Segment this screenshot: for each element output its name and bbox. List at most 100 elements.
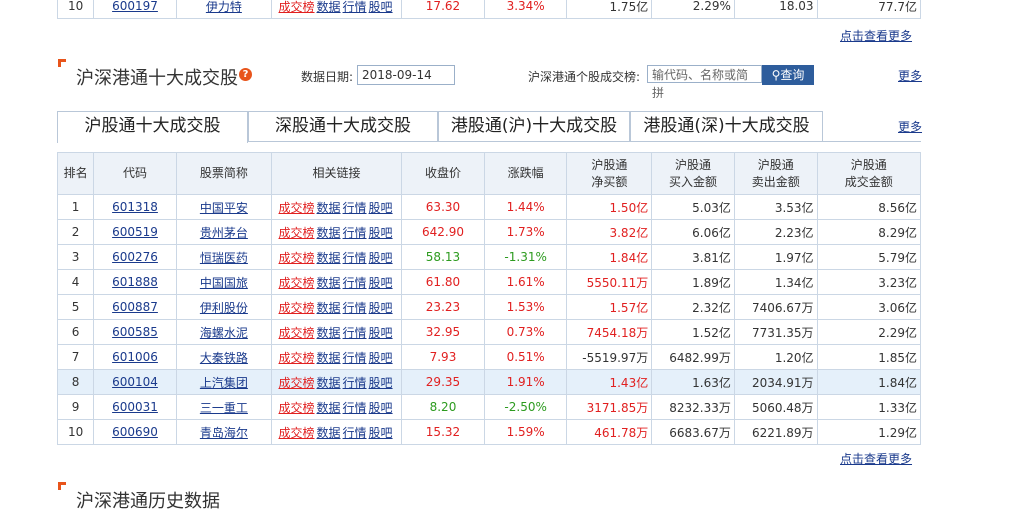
quote-link[interactable]: 行情 bbox=[343, 301, 367, 315]
stock-name-link[interactable]: 中国国旅 bbox=[200, 276, 248, 290]
quote-link[interactable]: 行情 bbox=[343, 351, 367, 365]
forum-link[interactable]: 股吧 bbox=[369, 351, 393, 365]
code-cell[interactable]: 600690 bbox=[93, 419, 177, 445]
forum-link[interactable]: 股吧 bbox=[369, 426, 393, 440]
rank-list-link[interactable]: 成交榜 bbox=[279, 276, 315, 290]
quote-link[interactable]: 行情 bbox=[343, 0, 367, 14]
help-icon[interactable]: ? bbox=[239, 68, 252, 81]
stock-code-link[interactable]: 600104 bbox=[112, 375, 158, 389]
data-link[interactable]: 数据 bbox=[317, 276, 341, 290]
stock-name-link[interactable]: 伊利股份 bbox=[200, 301, 248, 315]
tab-hk-sz[interactable]: 港股通(深)十大成交股 bbox=[630, 111, 823, 141]
name-cell[interactable]: 贵州茅台 bbox=[175, 219, 272, 245]
code-cell[interactable]: 601318 bbox=[93, 194, 177, 220]
code-cell[interactable]: 601006 bbox=[93, 344, 177, 370]
code-cell[interactable]: 600104 bbox=[93, 369, 177, 395]
forum-link[interactable]: 股吧 bbox=[369, 276, 393, 290]
stock-code-link[interactable]: 600585 bbox=[112, 325, 158, 339]
quote-link[interactable]: 行情 bbox=[343, 401, 367, 415]
data-link[interactable]: 数据 bbox=[317, 301, 341, 315]
rank-list-link[interactable]: 成交榜 bbox=[279, 376, 315, 390]
data-link[interactable]: 数据 bbox=[317, 226, 341, 240]
name-cell[interactable]: 上汽集团 bbox=[175, 369, 272, 395]
forum-link[interactable]: 股吧 bbox=[369, 326, 393, 340]
code-cell[interactable]: 600585 bbox=[93, 319, 177, 345]
more-link-section[interactable]: 更多 bbox=[898, 67, 922, 84]
rank-list-link[interactable]: 成交榜 bbox=[279, 401, 315, 415]
stock-name-link[interactable]: 伊力特 bbox=[206, 0, 242, 14]
rank-list-link[interactable]: 成交榜 bbox=[279, 251, 315, 265]
stock-name-link[interactable]: 恒瑞医药 bbox=[200, 251, 248, 265]
date-input[interactable]: 2018-09-14 bbox=[357, 65, 455, 85]
name-cell[interactable]: 大秦铁路 bbox=[175, 344, 272, 370]
stock-name-link[interactable]: 中国平安 bbox=[200, 201, 248, 215]
stock-code-link[interactable]: 601888 bbox=[112, 275, 158, 289]
quote-link[interactable]: 行情 bbox=[343, 426, 367, 440]
code-cell[interactable]: 600276 bbox=[93, 244, 177, 270]
tab-sz-connect[interactable]: 深股通十大成交股 bbox=[248, 111, 438, 141]
name-cell[interactable]: 海螺水泥 bbox=[175, 319, 272, 345]
rank-list-link[interactable]: 成交榜 bbox=[279, 0, 315, 14]
search-button[interactable]: ⚲查询 bbox=[762, 65, 814, 85]
rank-list-link[interactable]: 成交榜 bbox=[279, 201, 315, 215]
more-link-bottom[interactable]: 点击查看更多 bbox=[840, 450, 912, 467]
name-cell[interactable]: 青岛海尔 bbox=[175, 419, 272, 445]
more-link-top[interactable]: 点击查看更多 bbox=[840, 27, 912, 44]
forum-link[interactable]: 股吧 bbox=[369, 201, 393, 215]
tab-sh-connect[interactable]: 沪股通十大成交股 bbox=[57, 111, 248, 143]
data-link[interactable]: 数据 bbox=[317, 201, 341, 215]
rank-list-link[interactable]: 成交榜 bbox=[279, 426, 315, 440]
search-input[interactable]: 输代码、名称或简拼 bbox=[647, 65, 762, 100]
forum-link[interactable]: 股吧 bbox=[369, 251, 393, 265]
code-cell[interactable]: 600031 bbox=[93, 394, 177, 420]
forum-link[interactable]: 股吧 bbox=[369, 301, 393, 315]
data-link[interactable]: 数据 bbox=[317, 426, 341, 440]
code-cell[interactable]: 600519 bbox=[93, 219, 177, 245]
stock-name-link[interactable]: 三一重工 bbox=[200, 401, 248, 415]
data-link[interactable]: 数据 bbox=[317, 401, 341, 415]
name-cell[interactable]: 恒瑞医药 bbox=[175, 244, 272, 270]
stock-code-link[interactable]: 601318 bbox=[112, 200, 158, 214]
quote-link[interactable]: 行情 bbox=[343, 326, 367, 340]
stock-code-link[interactable]: 600690 bbox=[112, 425, 158, 439]
rank-list-link[interactable]: 成交榜 bbox=[279, 326, 315, 340]
stock-code-link[interactable]: 600031 bbox=[112, 400, 158, 414]
stock-code-link[interactable]: 600276 bbox=[112, 250, 158, 264]
stock-code-link[interactable]: 600887 bbox=[112, 300, 158, 314]
quote-link[interactable]: 行情 bbox=[343, 226, 367, 240]
quote-link[interactable]: 行情 bbox=[343, 251, 367, 265]
rank-list-link[interactable]: 成交榜 bbox=[279, 351, 315, 365]
stock-name-link[interactable]: 大秦铁路 bbox=[200, 351, 248, 365]
tab-hk-sh[interactable]: 港股通(沪)十大成交股 bbox=[438, 111, 630, 141]
name-cell[interactable]: 中国国旅 bbox=[175, 269, 272, 295]
stock-name-link[interactable]: 青岛海尔 bbox=[200, 426, 248, 440]
stock-code-link[interactable]: 600197 bbox=[112, 0, 158, 13]
forum-link[interactable]: 股吧 bbox=[369, 376, 393, 390]
stock-name-link[interactable]: 贵州茅台 bbox=[200, 226, 248, 240]
more-link-tabs[interactable]: 更多 bbox=[898, 118, 922, 135]
name-cell[interactable]: 中国平安 bbox=[175, 194, 272, 220]
stock-code-link[interactable]: 600519 bbox=[112, 225, 158, 239]
stock-name-link[interactable]: 上汽集团 bbox=[200, 376, 248, 390]
quote-link[interactable]: 行情 bbox=[343, 201, 367, 215]
stock-code-link[interactable]: 601006 bbox=[112, 350, 158, 364]
name-cell[interactable]: 伊力特 bbox=[175, 0, 272, 19]
quote-link[interactable]: 行情 bbox=[343, 276, 367, 290]
code-cell[interactable]: 600887 bbox=[93, 294, 177, 320]
code-cell[interactable]: 601888 bbox=[93, 269, 177, 295]
code-cell[interactable]: 600197 bbox=[93, 0, 177, 19]
rank-list-link[interactable]: 成交榜 bbox=[279, 301, 315, 315]
forum-link[interactable]: 股吧 bbox=[369, 226, 393, 240]
rank-list-link[interactable]: 成交榜 bbox=[279, 226, 315, 240]
data-link[interactable]: 数据 bbox=[317, 351, 341, 365]
data-link[interactable]: 数据 bbox=[317, 0, 341, 14]
forum-link[interactable]: 股吧 bbox=[369, 401, 393, 415]
name-cell[interactable]: 伊利股份 bbox=[175, 294, 272, 320]
data-link[interactable]: 数据 bbox=[317, 251, 341, 265]
data-link[interactable]: 数据 bbox=[317, 376, 341, 390]
stock-name-link[interactable]: 海螺水泥 bbox=[200, 326, 248, 340]
name-cell[interactable]: 三一重工 bbox=[175, 394, 272, 420]
forum-link[interactable]: 股吧 bbox=[369, 0, 393, 14]
quote-link[interactable]: 行情 bbox=[343, 376, 367, 390]
data-link[interactable]: 数据 bbox=[317, 326, 341, 340]
